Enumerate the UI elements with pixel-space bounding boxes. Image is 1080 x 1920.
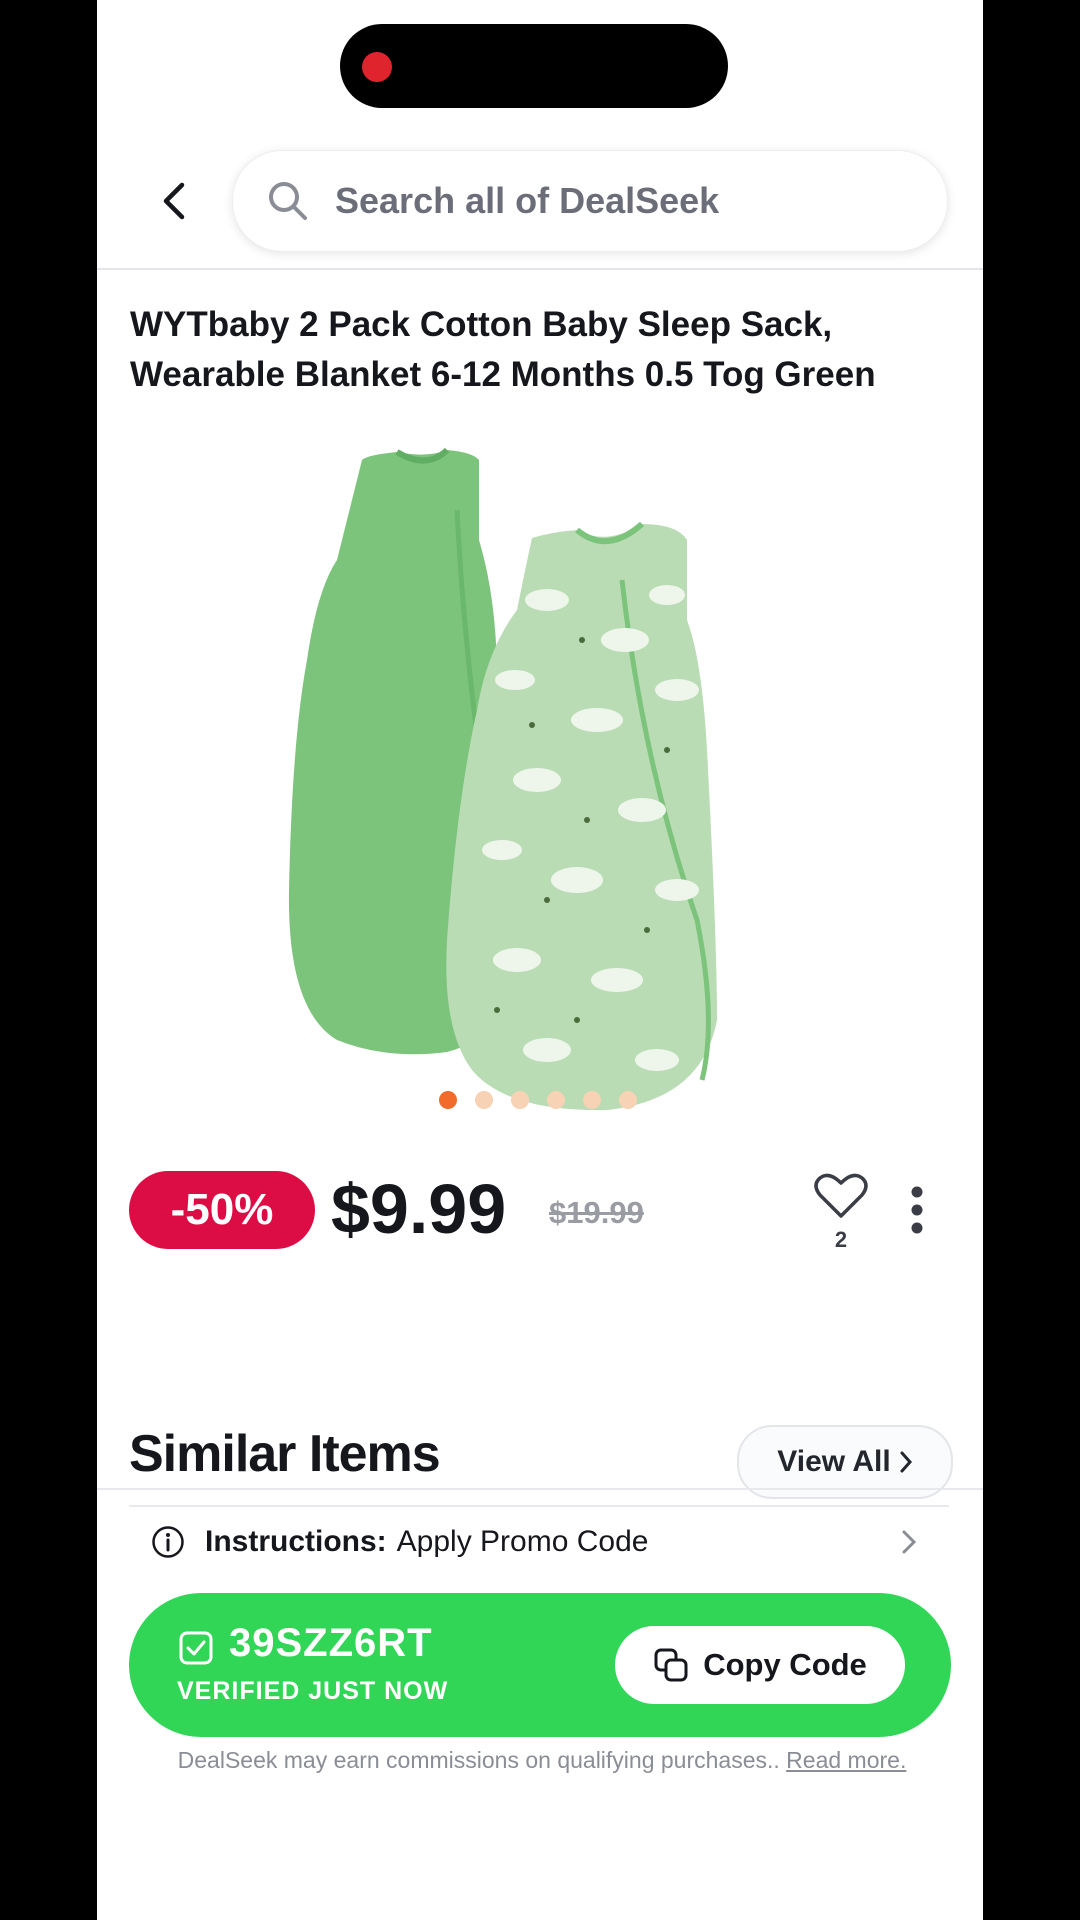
affiliate-disclaimer: DealSeek may earn commissions on qualify… [147, 1744, 937, 1776]
discount-badge: -50% [129, 1171, 315, 1249]
current-price: $9.99 [331, 1170, 507, 1248]
instructions-value: Apply Promo Code [396, 1525, 649, 1558]
image-carousel-dots[interactable] [439, 1091, 637, 1109]
view-all-label: View All [777, 1445, 891, 1478]
carousel-dot[interactable] [547, 1091, 565, 1109]
verified-check-icon [179, 1631, 213, 1665]
section-divider [97, 1488, 983, 1490]
like-button[interactable]: 2 [813, 1172, 869, 1252]
search-icon [269, 182, 307, 220]
promo-code: 39SZZ6RT [229, 1621, 433, 1665]
recording-indicator-icon [362, 52, 392, 82]
product-image[interactable] [247, 420, 837, 1140]
chevron-right-icon [902, 1530, 917, 1554]
heart-icon [814, 1173, 868, 1218]
search-placeholder: Search all of DealSeek [335, 180, 720, 221]
like-count: 2 [834, 1227, 848, 1252]
chevron-right-icon [900, 1451, 912, 1473]
carousel-dot[interactable] [511, 1091, 529, 1109]
search-bar[interactable]: Search all of DealSeek [232, 150, 948, 252]
carousel-dot[interactable] [619, 1091, 637, 1109]
read-more-link[interactable]: Read more. [786, 1747, 906, 1773]
similar-items-heading: Similar Items [129, 1425, 441, 1483]
disclaimer-text: DealSeek may earn commissions on qualify… [177, 1747, 787, 1773]
instructions-label: Instructions: [205, 1525, 387, 1558]
promo-code-banner: 39SZZ6RT VERIFIED JUST NOW Copy Code [129, 1593, 951, 1737]
carousel-dot[interactable] [583, 1091, 601, 1109]
carousel-dot-active[interactable] [439, 1091, 457, 1109]
back-button[interactable] [149, 176, 199, 226]
original-price: $19.99 [549, 1195, 644, 1230]
more-options-icon[interactable] [902, 1184, 932, 1236]
product-title: WYTbaby 2 Pack Cotton Baby Sleep Sack, W… [130, 305, 876, 394]
chevron-left-icon [163, 182, 185, 220]
header-divider [97, 268, 983, 270]
info-icon [152, 1526, 184, 1558]
dynamic-island [340, 24, 728, 108]
verified-status: VERIFIED JUST NOW [177, 1677, 449, 1705]
carousel-dot[interactable] [475, 1091, 493, 1109]
copy-icon [654, 1648, 688, 1682]
copy-code-button[interactable]: Copy Code [615, 1626, 905, 1704]
copy-code-label: Copy Code [703, 1647, 867, 1682]
instructions-row[interactable]: Instructions: Apply Promo Code [129, 1505, 949, 1577]
app-screen: Search all of DealSeek WYTbaby 2 Pack Co… [97, 0, 983, 1920]
